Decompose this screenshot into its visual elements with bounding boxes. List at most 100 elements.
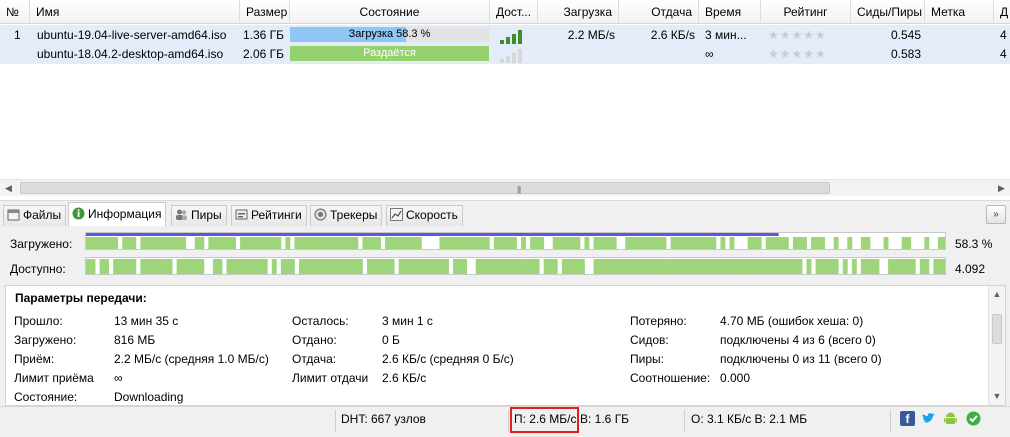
piece <box>366 259 372 274</box>
piece <box>792 259 798 274</box>
facebook-icon[interactable]: f <box>900 411 915 426</box>
piece <box>629 237 635 249</box>
piece <box>131 237 137 249</box>
piece <box>788 259 794 274</box>
ratings-icon <box>235 208 248 221</box>
torrent-name: ubuntu-19.04-live-server-amd64.iso <box>37 28 227 42</box>
piece <box>675 259 681 274</box>
piece <box>688 259 694 274</box>
upload-status[interactable]: О: 3.1 КБ/с В: 2.1 МБ <box>691 412 807 426</box>
piece <box>453 259 458 274</box>
column-eta[interactable]: Время <box>699 0 761 24</box>
piece <box>661 237 667 249</box>
column-availability[interactable]: Дост... <box>490 0 538 24</box>
torrent-extra: 4 <box>1000 28 1007 42</box>
piece <box>715 259 721 274</box>
piece <box>176 259 182 274</box>
piece <box>684 237 690 249</box>
twitter-icon[interactable] <box>921 411 936 426</box>
column-seeds-peers[interactable]: Сиды/Пиры <box>851 0 925 24</box>
piece <box>163 259 168 274</box>
piece <box>371 237 377 249</box>
piece <box>149 237 155 249</box>
piece <box>498 259 504 274</box>
piece <box>235 259 241 274</box>
tab-trackers[interactable]: Трекеры <box>310 205 383 226</box>
column-upload[interactable]: Отдача <box>619 0 699 24</box>
param-label: Приём: <box>14 352 55 366</box>
tab-peers[interactable]: Пиры <box>171 205 227 226</box>
availability-signal-icon <box>498 28 524 44</box>
piece <box>711 259 717 274</box>
android-icon[interactable] <box>943 411 958 426</box>
torrent-row[interactable]: ubuntu-18.04.2-desktop-amd64.iso 2.06 ГБ… <box>0 44 1010 64</box>
scroll-up-icon[interactable]: ▲ <box>989 286 1005 303</box>
param-label: Потеряно: <box>630 314 687 328</box>
scrollbar-thumb[interactable] <box>992 314 1002 344</box>
piece <box>829 259 835 274</box>
piece <box>226 259 232 274</box>
piece <box>280 259 286 274</box>
network-ok-icon[interactable] <box>966 411 981 426</box>
tab-files[interactable]: Файлы <box>3 205 67 226</box>
rating-stars-icon[interactable]: ★★★★★ <box>768 25 827 45</box>
piece <box>416 237 422 249</box>
piece <box>607 259 613 274</box>
piece <box>430 259 436 274</box>
piece <box>434 259 440 274</box>
tab-speed[interactable]: Скорость <box>386 205 463 226</box>
piece <box>910 259 916 274</box>
piece <box>253 259 259 274</box>
piece <box>140 237 146 249</box>
rating-stars-icon[interactable]: ★★★★★ <box>768 44 827 64</box>
column-rating[interactable]: Рейтинг <box>761 0 851 24</box>
download-total-status[interactable]: В: 1.6 ГБ <box>580 412 629 426</box>
chevron-down-icon: » <box>993 209 999 220</box>
scrollbar-thumb[interactable]: ||| <box>20 182 830 194</box>
piece <box>774 259 780 274</box>
column-num[interactable]: № <box>0 0 30 24</box>
piece <box>335 259 341 274</box>
piece <box>638 259 644 274</box>
piece <box>212 237 218 249</box>
piece <box>153 237 159 249</box>
piece <box>457 259 463 274</box>
piece <box>190 259 196 274</box>
column-label[interactable]: Метка <box>925 0 994 24</box>
column-extra[interactable]: Д <box>994 0 1010 24</box>
piece <box>502 259 508 274</box>
tab-info[interactable]: Информация <box>68 202 167 227</box>
piece <box>294 237 300 249</box>
piece <box>262 237 268 249</box>
torrent-list[interactable]: № Имя Размер Состояние Дост... Загрузка … <box>0 0 1010 197</box>
piece <box>561 259 567 274</box>
piece <box>163 237 168 249</box>
piece <box>185 259 191 274</box>
status-label: Загрузка 58.3 % <box>348 28 431 40</box>
piece <box>126 237 132 249</box>
scroll-left-icon[interactable]: ◀ <box>0 180 17 197</box>
piece <box>833 237 839 249</box>
tab-ratings[interactable]: Рейтинги <box>231 205 307 226</box>
available-pieces-graphic <box>86 259 945 274</box>
piece <box>312 237 318 249</box>
column-name[interactable]: Имя <box>30 0 240 24</box>
column-status[interactable]: Состояние <box>290 0 490 24</box>
piece <box>566 259 572 274</box>
piece <box>330 259 336 274</box>
dht-status[interactable]: DHT: 667 узлов <box>341 412 426 426</box>
column-download[interactable]: Загрузка <box>538 0 619 24</box>
piece <box>113 237 119 249</box>
torrent-eta: 3 мин... <box>705 28 747 42</box>
horizontal-scrollbar[interactable]: ◀ ||| ▶ <box>0 179 1010 196</box>
scroll-down-icon[interactable]: ▼ <box>989 388 1005 405</box>
collapse-panel-button[interactable]: » <box>986 205 1006 224</box>
param-value: 4.70 МБ (ошибок хеша: 0) <box>720 314 864 328</box>
vertical-scrollbar[interactable]: ▲ ▼ <box>988 286 1005 405</box>
torrent-row[interactable]: 1 ubuntu-19.04-live-server-amd64.iso 1.3… <box>0 25 1010 45</box>
column-size[interactable]: Размер <box>240 0 290 24</box>
piece <box>539 237 545 249</box>
piece <box>104 237 110 249</box>
scroll-right-icon[interactable]: ▶ <box>993 180 1010 197</box>
piece <box>598 259 603 274</box>
